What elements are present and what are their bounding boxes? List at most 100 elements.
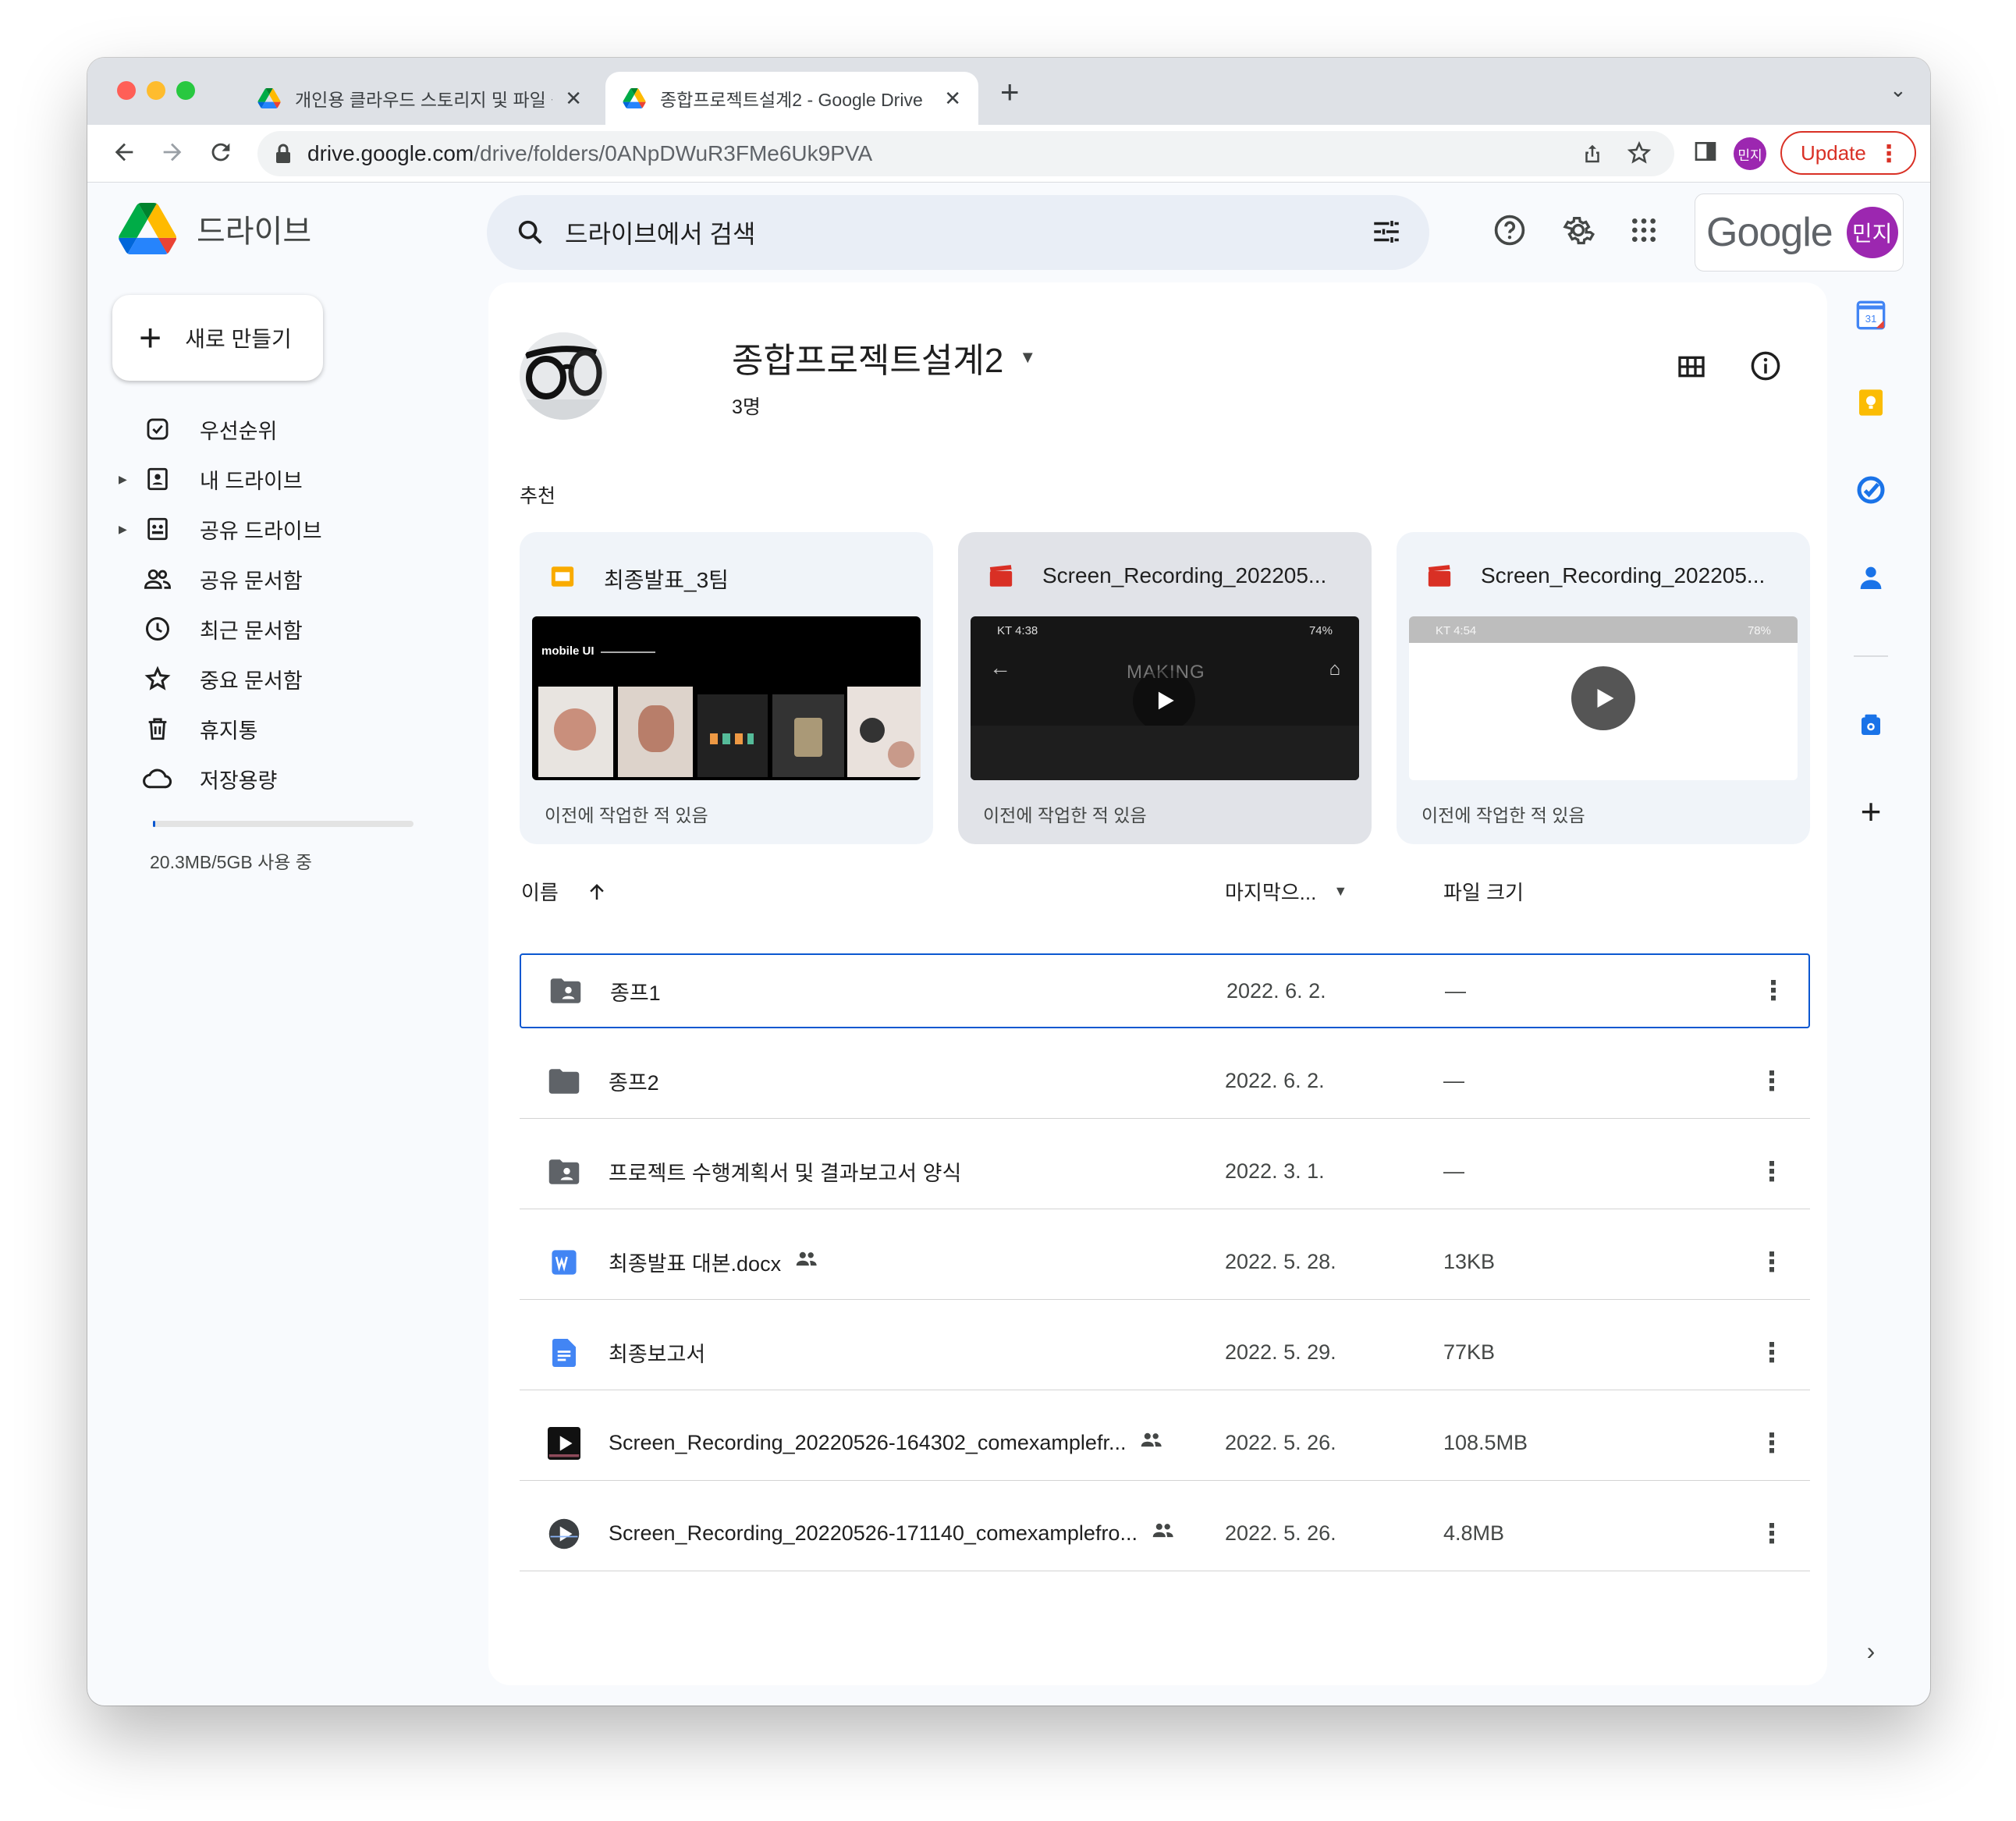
more-actions-icon[interactable]: ⋮ (1759, 1518, 1785, 1549)
bookmark-star-icon[interactable] (1626, 140, 1652, 172)
sort-arrow-up-icon[interactable] (585, 880, 609, 903)
file-row[interactable]: Screen_Recording_20220526-171140_comexam… (520, 1496, 1810, 1571)
shared-people-icon (1140, 1431, 1163, 1455)
close-tab-icon[interactable]: ✕ (565, 87, 582, 111)
new-tab-icon[interactable]: + (1000, 75, 1020, 109)
sidebar-item-recent[interactable]: 최근 문서함 (119, 605, 384, 652)
sort-dropdown-icon[interactable]: ▼ (1333, 883, 1347, 900)
addon-icon[interactable] (1852, 707, 1890, 744)
calendar-icon[interactable]: 31 (1852, 296, 1890, 334)
share-page-icon[interactable] (1581, 140, 1604, 172)
search-input[interactable]: 드라이브에서 검색 (565, 215, 755, 250)
sidebar-item-label: 휴지통 (200, 719, 258, 743)
update-button[interactable]: Update ⋮ (1780, 131, 1916, 175)
suggested-card[interactable]: 최종발표_3팀 mobile UI 이전에 작업한 적 있음 (520, 532, 933, 844)
apps-grid-icon[interactable] (1624, 211, 1663, 250)
details-info-icon[interactable] (1749, 350, 1782, 386)
contacts-icon[interactable] (1852, 559, 1890, 596)
file-row[interactable]: 종프2 2022. 6. 2. — ⋮ (520, 1044, 1810, 1119)
more-actions-icon[interactable]: ⋮ (1759, 1247, 1785, 1278)
close-window-button[interactable] (117, 81, 136, 100)
google-drive-icon (623, 88, 646, 108)
folder-title[interactable]: 종합프로젝트설계2 ▼ (732, 332, 1036, 382)
folder-menu-dropdown-icon[interactable]: ▼ (1019, 347, 1036, 367)
tasks-icon[interactable] (1852, 471, 1890, 509)
sidebar-item-starred[interactable]: 중요 문서함 (119, 655, 384, 702)
card-footer: 이전에 작업한 적 있음 (983, 805, 1147, 825)
video-preview: KT 4:38 74% ← MAKING ⌂ (971, 616, 1359, 780)
column-header-name[interactable]: 이름 (521, 877, 609, 906)
zoom-window-button[interactable] (176, 81, 195, 100)
file-name: 종프2 (609, 1066, 659, 1096)
file-row[interactable]: 프로젝트 수행계획서 및 결과보고서 양식 2022. 3. 1. — ⋮ (520, 1134, 1810, 1209)
sidebar-item-shared-drives[interactable]: ▶ 공유 드라이브 (119, 506, 384, 552)
more-actions-icon[interactable]: ⋮ (1759, 1156, 1785, 1187)
hide-side-panel-chevron-icon[interactable]: › (1852, 1632, 1890, 1670)
profile-avatar[interactable]: 민지 (1734, 137, 1766, 170)
tab-search-chevron-icon[interactable]: ⌄ (1890, 78, 1907, 102)
battery-level: 78% (1747, 624, 1771, 637)
reload-icon[interactable] (208, 139, 234, 172)
card-title: Screen_Recording_202205... (1042, 563, 1327, 587)
grid-view-icon[interactable] (1676, 351, 1707, 386)
file-size: 13KB (1443, 1250, 1496, 1273)
more-actions-icon[interactable]: ⋮ (1759, 1428, 1785, 1459)
side-panel-icon[interactable] (1693, 139, 1718, 170)
file-row[interactable]: 최종보고서 2022. 5. 29. 77KB ⋮ (520, 1315, 1810, 1390)
card-footer: 이전에 작업한 적 있음 (545, 805, 708, 825)
keep-icon[interactable] (1852, 384, 1890, 421)
folder-member-count[interactable]: 3명 (732, 392, 761, 420)
column-header-modified[interactable]: 마지막으... ▼ (1225, 877, 1347, 906)
drive-logo[interactable]: 드라이브 (119, 203, 311, 254)
google-account-button[interactable]: Google 민지 (1695, 193, 1904, 272)
file-name-text: 종프1 (610, 981, 661, 1005)
sidebar-item-storage[interactable]: 저장용량 (119, 755, 384, 802)
status-time: KT 4:54 (1436, 624, 1477, 637)
settings-gear-icon[interactable] (1559, 211, 1598, 250)
suggested-card[interactable]: Screen_Recording_202205... KT 4:38 74% ←… (958, 532, 1372, 844)
tab-title: 종합프로젝트설계2 - Google Drive (660, 90, 923, 110)
tab-title: 개인용 클라우드 스토리지 및 파일 공 (295, 90, 553, 110)
search-options-icon[interactable] (1370, 215, 1403, 252)
suggested-card[interactable]: Screen_Recording_202205... KT 4:54 78% 이… (1397, 532, 1810, 844)
back-icon[interactable] (111, 139, 137, 172)
sidebar-item-trash[interactable]: 휴지통 (119, 705, 384, 752)
sidebar-item-label: 내 드라이브 (200, 469, 303, 493)
column-modified-label: 마지막으... (1225, 881, 1317, 904)
more-actions-icon[interactable]: ⋮ (1760, 975, 1787, 1006)
video-thumb-icon (548, 1518, 580, 1550)
sidebar-item-priority[interactable]: 우선순위 (119, 406, 384, 453)
storage-icon (142, 763, 173, 794)
close-tab-icon[interactable]: ✕ (944, 87, 961, 111)
sidebar-item-my-drive[interactable]: ▶ 내 드라이브 (119, 456, 384, 502)
minimize-window-button[interactable] (147, 81, 165, 100)
help-icon[interactable] (1490, 211, 1529, 250)
new-button-label: 새로 만들기 (185, 327, 292, 351)
expand-caret-icon[interactable]: ▶ (119, 473, 136, 486)
column-header-size[interactable]: 파일 크기 (1443, 877, 1524, 906)
browser-tab-1[interactable]: 개인용 클라우드 스토리지 및 파일 공 ✕ (240, 72, 599, 125)
recent-icon (142, 613, 173, 644)
get-addons-plus-icon[interactable]: + (1852, 791, 1890, 832)
forward-icon[interactable] (159, 139, 186, 172)
more-actions-icon[interactable]: ⋮ (1759, 1337, 1785, 1368)
file-row[interactable]: 종프1 2022. 6. 2. — ⋮ (520, 953, 1810, 1028)
account-avatar: 민지 (1846, 207, 1898, 258)
file-size: — (1443, 1159, 1464, 1183)
expand-caret-icon[interactable]: ▶ (119, 523, 136, 536)
search-bar[interactable]: 드라이브에서 검색 (487, 195, 1429, 270)
new-button[interactable]: + 새로 만들기 (112, 295, 323, 381)
browser-tab-2[interactable]: 종합프로젝트설계2 - Google Drive ✕ (605, 72, 978, 125)
file-row[interactable]: Screen_Recording_20220526-164302_comexam… (520, 1406, 1810, 1481)
lock-icon[interactable] (275, 144, 292, 164)
address-bar[interactable]: drive.google.com/drive/folders/0ANpDWuR3… (257, 131, 1674, 176)
file-size: — (1445, 978, 1466, 1003)
file-row[interactable]: 최종발표 대본.docx 2022. 5. 28. 13KB ⋮ (520, 1225, 1810, 1300)
file-name: 최종보고서 (609, 1337, 705, 1368)
file-modified-date: 2022. 5. 29. (1225, 1340, 1336, 1364)
more-actions-icon[interactable]: ⋮ (1759, 1066, 1785, 1097)
card-title: Screen_Recording_202205... (1481, 563, 1766, 587)
search-icon[interactable] (515, 217, 546, 248)
sidebar-item-shared-with-me[interactable]: 공유 문서함 (119, 556, 384, 602)
sidebar-item-label: 우선순위 (200, 419, 278, 443)
